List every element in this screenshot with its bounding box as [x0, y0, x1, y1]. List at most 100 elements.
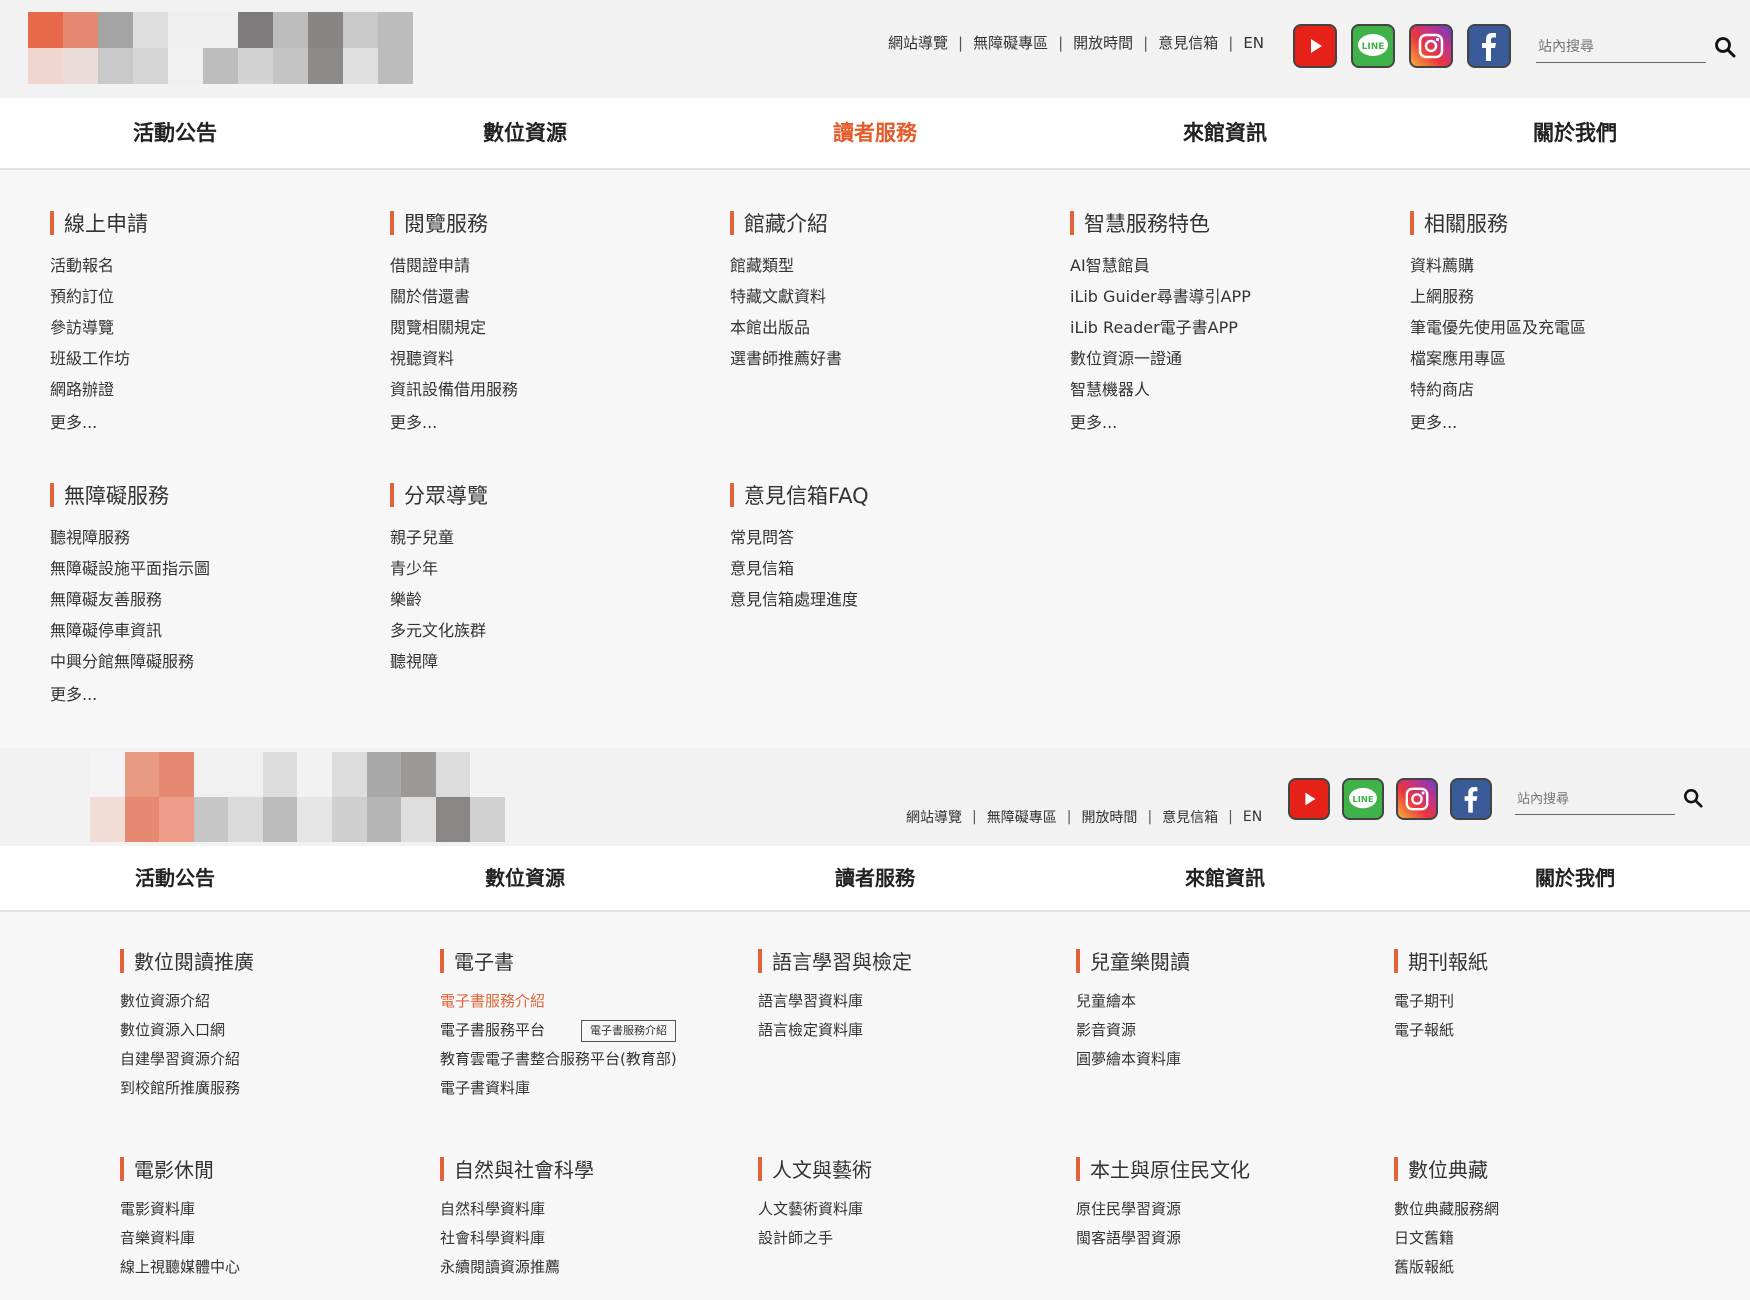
facebook-icon[interactable]: [1450, 778, 1492, 820]
menu-link[interactable]: 電子期刊: [1394, 987, 1488, 1016]
menu-link[interactable]: 筆電優先使用區及充電區: [1410, 312, 1586, 343]
instagram-icon[interactable]: [1396, 778, 1438, 820]
menu-link[interactable]: 影音資源: [1076, 1016, 1190, 1045]
menu-link[interactable]: 數位資源介紹: [120, 987, 254, 1016]
opening-hours-link[interactable]: 開放時間: [1081, 807, 1137, 827]
menu-link[interactable]: 檔案應用專區: [1410, 343, 1586, 374]
menu-link[interactable]: 班級工作坊: [50, 343, 148, 374]
menu-link[interactable]: 設計師之手: [758, 1224, 872, 1253]
menu-link[interactable]: 電影資料庫: [120, 1195, 240, 1224]
opening-hours-link[interactable]: 開放時間: [1073, 32, 1133, 53]
nav-about-us[interactable]: 關於我們: [1400, 98, 1750, 168]
nav-activities[interactable]: 活動公告: [0, 846, 350, 910]
nav-activities[interactable]: 活動公告: [0, 98, 350, 168]
menu-link[interactable]: 預約訂位: [50, 281, 148, 312]
sitemap-link[interactable]: 網站導覽: [906, 807, 962, 827]
menu-link[interactable]: 社會科學資料庫: [440, 1224, 594, 1253]
menu-link[interactable]: 借閱證申請: [390, 250, 518, 281]
menu-link[interactable]: 資料薦購: [1410, 250, 1586, 281]
menu-link[interactable]: 中興分館無障礙服務: [50, 646, 210, 677]
menu-link[interactable]: 閩客語學習資源: [1076, 1224, 1250, 1253]
menu-link[interactable]: 線上視聽媒體中心: [120, 1253, 240, 1282]
line-icon[interactable]: LINE: [1342, 778, 1384, 820]
menu-link[interactable]: 到校館所推廣服務: [120, 1074, 254, 1103]
menu-link[interactable]: 兒童繪本: [1076, 987, 1190, 1016]
menu-link[interactable]: 網路辦證: [50, 374, 148, 405]
line-icon[interactable]: LINE: [1351, 24, 1395, 68]
accessibility-link[interactable]: 無障礙專區: [987, 807, 1057, 827]
menu-link[interactable]: 日文舊籍: [1394, 1224, 1499, 1253]
menu-link[interactable]: 數位資源入口網: [120, 1016, 254, 1045]
menu-link[interactable]: 永續閱讀資源推薦: [440, 1253, 594, 1282]
menu-link[interactable]: 電子書服務平台: [440, 1021, 545, 1039]
menu-link[interactable]: 參訪導覽: [50, 312, 148, 343]
search-icon[interactable]: [1714, 36, 1736, 62]
menu-link[interactable]: 自然科學資料庫: [440, 1195, 594, 1224]
more-link[interactable]: 更多...: [50, 681, 210, 705]
menu-link[interactable]: 智慧機器人: [1070, 374, 1251, 405]
menu-link[interactable]: 常見問答: [730, 522, 869, 553]
menu-link[interactable]: 特約商店: [1410, 374, 1586, 405]
menu-link[interactable]: 選書師推薦好書: [730, 343, 842, 374]
menu-link[interactable]: iLib Reader電子書APP: [1070, 312, 1251, 343]
nav-visit-info[interactable]: 來館資訊: [1050, 98, 1400, 168]
menu-link[interactable]: 電子報紙: [1394, 1016, 1488, 1045]
menu-link[interactable]: 特藏文獻資料: [730, 281, 842, 312]
menu-link[interactable]: 圓夢繪本資料庫: [1076, 1045, 1190, 1074]
more-link[interactable]: 更多...: [1410, 409, 1586, 433]
more-link[interactable]: 更多...: [50, 409, 148, 433]
nav-digital-resources[interactable]: 數位資源: [350, 98, 700, 168]
youtube-icon[interactable]: [1293, 24, 1337, 68]
menu-link[interactable]: 語言學習資料庫: [758, 987, 912, 1016]
feedback-link[interactable]: 意見信箱: [1158, 32, 1218, 53]
menu-link[interactable]: 上網服務: [1410, 281, 1586, 312]
menu-link[interactable]: 舊版報紙: [1394, 1253, 1499, 1282]
menu-link[interactable]: 聽視障: [390, 646, 488, 677]
accessibility-link[interactable]: 無障礙專區: [973, 32, 1048, 53]
more-link[interactable]: 更多...: [1070, 409, 1251, 433]
site-logo[interactable]: [90, 752, 505, 842]
english-link[interactable]: EN: [1243, 34, 1264, 52]
youtube-icon[interactable]: [1288, 778, 1330, 820]
facebook-icon[interactable]: [1467, 24, 1511, 68]
menu-link[interactable]: 本館出版品: [730, 312, 842, 343]
menu-link[interactable]: 音樂資料庫: [120, 1224, 240, 1253]
menu-link[interactable]: AI智慧館員: [1070, 250, 1251, 281]
menu-link[interactable]: 視聽資料: [390, 343, 518, 374]
feedback-link[interactable]: 意見信箱: [1162, 807, 1218, 827]
menu-link[interactable]: 聽視障服務: [50, 522, 210, 553]
menu-link[interactable]: 電子書資料庫: [440, 1074, 677, 1103]
menu-link[interactable]: 數位典藏服務網: [1394, 1195, 1499, 1224]
nav-reader-services[interactable]: 讀者服務: [700, 98, 1050, 168]
instagram-icon[interactable]: [1409, 24, 1453, 68]
sitemap-link[interactable]: 網站導覽: [888, 32, 948, 53]
search-input[interactable]: [1515, 790, 1675, 808]
menu-link[interactable]: 數位資源一證通: [1070, 343, 1251, 374]
more-link[interactable]: 更多...: [390, 409, 518, 433]
site-logo[interactable]: [28, 12, 448, 84]
menu-link[interactable]: 無障礙設施平面指示圖: [50, 553, 210, 584]
nav-digital-resources[interactable]: 數位資源: [350, 846, 700, 910]
menu-link[interactable]: 人文藝術資料庫: [758, 1195, 872, 1224]
menu-link[interactable]: 意見信箱: [730, 553, 869, 584]
search-input[interactable]: [1536, 38, 1706, 56]
menu-link[interactable]: 關於借還書: [390, 281, 518, 312]
menu-link[interactable]: 教育雲電子書整合服務平台(教育部): [440, 1045, 677, 1074]
english-link[interactable]: EN: [1243, 809, 1262, 825]
menu-link[interactable]: 意見信箱處理進度: [730, 584, 869, 615]
menu-link-active[interactable]: 電子書服務介紹: [440, 987, 677, 1016]
nav-reader-services[interactable]: 讀者服務: [700, 846, 1050, 910]
menu-link[interactable]: 無障礙停車資訊: [50, 615, 210, 646]
search-icon[interactable]: [1683, 788, 1703, 812]
menu-link[interactable]: 青少年: [390, 553, 488, 584]
menu-link[interactable]: 樂齡: [390, 584, 488, 615]
menu-link[interactable]: 多元文化族群: [390, 615, 488, 646]
menu-link[interactable]: 無障礙友善服務: [50, 584, 210, 615]
menu-link[interactable]: 語言檢定資料庫: [758, 1016, 912, 1045]
nav-visit-info[interactable]: 來館資訊: [1050, 846, 1400, 910]
nav-about-us[interactable]: 關於我們: [1400, 846, 1750, 910]
menu-link[interactable]: 自建學習資源介紹: [120, 1045, 254, 1074]
menu-link[interactable]: 資訊設備借用服務: [390, 374, 518, 405]
menu-link[interactable]: 親子兒童: [390, 522, 488, 553]
menu-link[interactable]: 閱覽相關規定: [390, 312, 518, 343]
